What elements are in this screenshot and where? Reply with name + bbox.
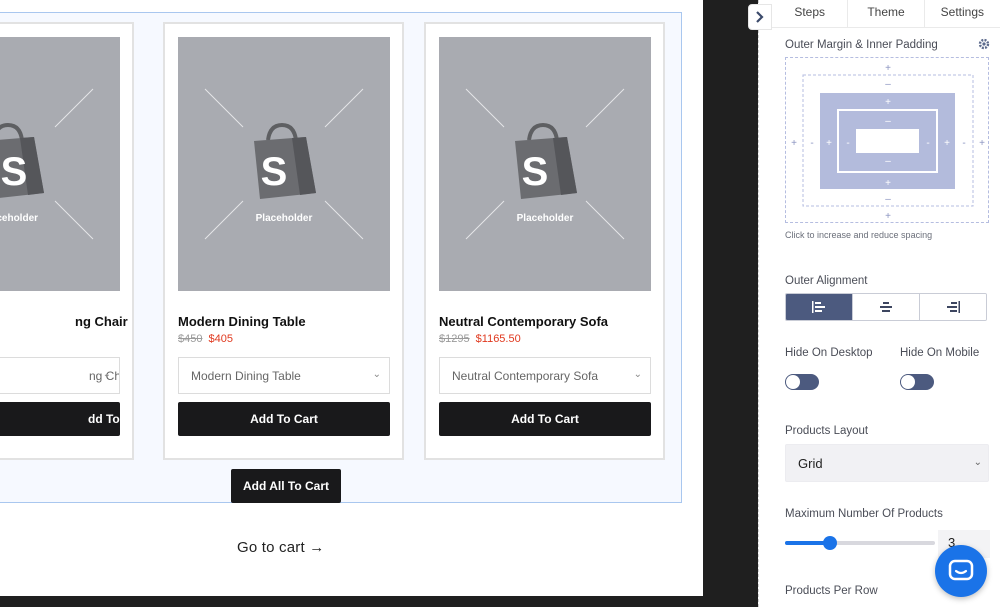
product-image-placeholder: S Placeholder [178,37,390,291]
outer-alignment-label: Outer Alignment [785,275,868,287]
products-layout-label: Products Layout [785,425,869,437]
add-to-cart-button[interactable]: Add To Cart [439,402,651,436]
align-left-button[interactable] [786,294,853,320]
max-products-slider[interactable] [785,536,935,550]
chevron-down-icon: ⌄ [973,457,982,468]
settings-panel: Steps Theme Settings Outer Margin & Inne… [772,0,1000,607]
sale-price: $405 [208,333,234,345]
svg-text:S: S [522,150,549,194]
align-left-icon [812,301,825,313]
tab-steps[interactable]: Steps [772,0,849,27]
box-model-diagram[interactable]: + – + – + - + - + – + – + - + - [786,58,990,224]
panel-tabs: Steps Theme Settings [772,0,1000,28]
gear-icon[interactable] [978,38,990,50]
svg-text:-: - [962,138,965,149]
editor-gutter [703,0,758,607]
chevron-down-icon: ⌄ [372,369,381,380]
toggle-knob [786,375,800,389]
svg-text:S: S [1,150,28,194]
align-center-icon [880,302,892,312]
svg-text:–: – [885,116,891,127]
chevron-down-icon: ⌄ [633,369,642,380]
spacing-title: Outer Margin & Inner Padding [785,39,938,51]
svg-text:+: + [944,138,950,149]
svg-text:+: + [885,97,891,108]
placeholder-label: Placeholder [516,213,574,224]
variant-select[interactable]: Neutral Contemporary Sofa ⌄ [439,357,651,394]
placeholder-label: laceholder [0,213,39,224]
collapse-panel-button[interactable] [748,4,772,30]
product-title: Modern Dining Table [178,314,306,329]
products-layout-value: Grid [798,456,823,471]
products-per-row-label: Products Per Row [785,585,878,597]
svg-text:–: – [885,156,891,167]
max-products-label: Maximum Number Of Products [785,508,943,520]
tab-theme[interactable]: Theme [848,0,925,27]
svg-text:-: - [810,138,813,149]
compare-price: $450 [178,333,203,345]
product-card[interactable]: S laceholder ng Chair ng Chair ⌄ dd To C… [0,22,134,460]
hide-on-mobile-label: Hide On Mobile [900,347,980,359]
spacing-help-text: Click to increase and reduce spacing [785,230,933,240]
variant-value: Modern Dining Table [191,369,301,383]
product-image-placeholder: S laceholder [0,37,120,291]
variant-value: Neutral Contemporary Sofa [452,369,599,383]
shopify-bag-icon: S [465,88,625,240]
product-card[interactable]: S Placeholder Neutral Contemporary Sofa … [424,22,665,460]
svg-text:+: + [826,138,832,149]
go-to-cart-link[interactable]: Go to cart → [237,539,324,556]
add-all-to-cart-button[interactable]: Add All To Cart [231,469,341,503]
hide-on-desktop-label: Hide On Desktop [785,347,873,359]
svg-text:-: - [926,138,929,149]
variant-select[interactable]: ng Chair ⌄ [0,357,120,394]
product-prices: $450 $405 [178,333,233,345]
store-preview-canvas: S laceholder ng Chair ng Chair ⌄ dd To C… [0,0,703,596]
svg-text:+: + [885,178,891,189]
toggle-knob [901,375,915,389]
svg-text:–: – [885,194,891,205]
spacing-editor[interactable]: + – + – + - + - + – + – + - + - [785,57,989,223]
sale-price: $1165.50 [475,333,521,345]
shopify-bag-icon: S [204,88,364,240]
align-right-icon [947,301,960,313]
products-layout-select[interactable]: Grid ⌄ [785,444,989,482]
canvas-bottom-edge [0,596,703,607]
svg-text:–: – [885,79,891,90]
compare-price: $1295 [439,333,470,345]
svg-text:+: + [791,138,797,149]
align-center-button[interactable] [853,294,920,320]
product-card[interactable]: S Placeholder Modern Dining Table $450 $… [163,22,404,460]
panel-divider [758,0,759,607]
product-bundle-section[interactable]: S laceholder ng Chair ng Chair ⌄ dd To C… [0,12,682,503]
shopify-bag-icon: S [0,88,94,240]
variant-select[interactable]: Modern Dining Table ⌄ [178,357,390,394]
product-image-placeholder: S Placeholder [439,37,651,291]
hide-on-mobile-toggle[interactable] [900,374,934,390]
svg-text:-: - [846,138,849,149]
add-to-cart-button[interactable]: Add To Cart [178,402,390,436]
svg-text:+: + [885,211,891,222]
add-to-cart-label: dd To Cart [88,412,120,460]
alignment-segmented-control [785,293,987,321]
product-title: Neutral Contemporary Sofa [439,314,609,329]
svg-text:+: + [885,63,891,74]
add-to-cart-button[interactable]: dd To Cart [0,402,120,460]
chevron-right-icon [756,11,764,23]
product-prices: $1295 $1165.50 [439,333,521,345]
svg-text:+: + [979,138,985,149]
svg-text:S: S [261,150,288,194]
hide-on-desktop-toggle[interactable] [785,374,819,390]
align-right-button[interactable] [920,294,986,320]
chat-icon [948,559,974,581]
chevron-down-icon: ⌄ [102,369,111,380]
placeholder-label: Placeholder [255,213,313,224]
product-title: ng Chair [75,314,128,329]
tab-settings[interactable]: Settings [925,0,1000,27]
chat-launcher-button[interactable] [935,545,987,597]
slider-thumb[interactable] [823,536,837,550]
